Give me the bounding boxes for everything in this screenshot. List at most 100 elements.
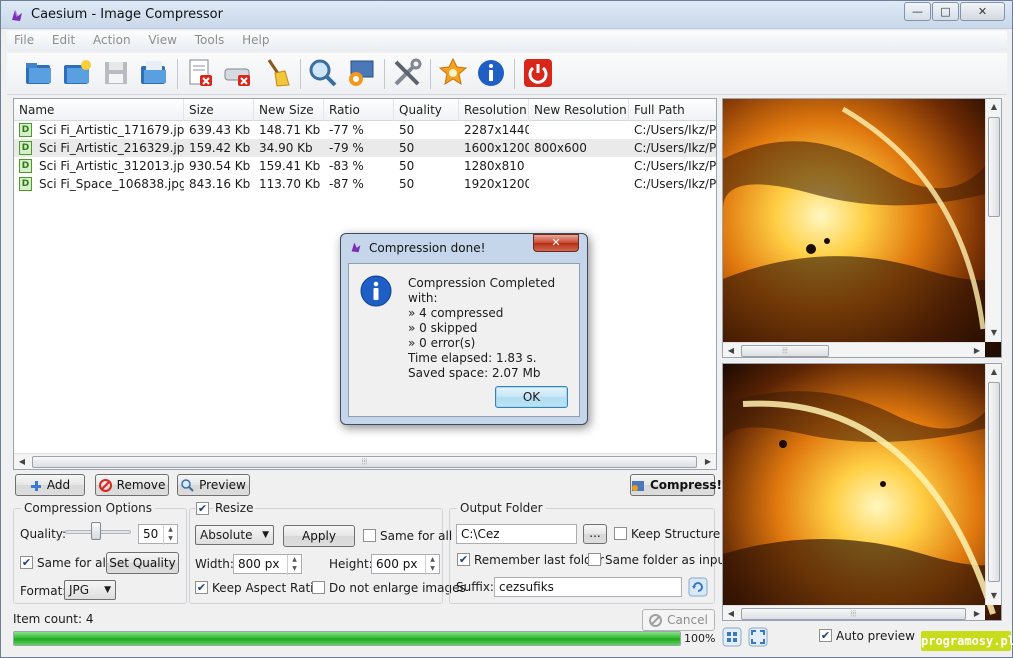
- compress-button-label: Compress!: [650, 478, 722, 492]
- info-icon[interactable]: [475, 57, 507, 89]
- preview-button[interactable]: Preview: [177, 474, 250, 496]
- open-folder-icon[interactable]: [23, 57, 55, 89]
- table-row[interactable]: D Sci Fi_Artistic_312013.jpg 930.54 Kb 159.…: [14, 157, 716, 175]
- cancel-button[interactable]: Cancel: [642, 609, 715, 631]
- scroll-left-arrow-icon[interactable]: ◀: [723, 606, 739, 620]
- maximize-button[interactable]: □: [932, 2, 959, 21]
- spin-arrows-icon[interactable]: ▲ ▼: [163, 525, 177, 545]
- scrollbar-thumb[interactable]: ⦙⦙⦙: [741, 608, 966, 620]
- table-cell-container: C:/Users/Ikz/Pic: [629, 139, 716, 157]
- dialog-line: Time elapsed: 1.83 s.: [408, 351, 537, 365]
- column-header-ratio[interactable]: Ratio: [324, 99, 394, 121]
- scroll-down-arrow-icon[interactable]: ▼: [986, 588, 1001, 604]
- output-folder-label: Output Folder: [457, 501, 546, 515]
- scroll-left-arrow-icon[interactable]: ◀: [14, 454, 30, 469]
- same-folder-as-input-checkbox[interactable]: [588, 553, 601, 566]
- column-header-full-path[interactable]: Full Path: [629, 99, 716, 121]
- scroll-right-arrow-icon[interactable]: ▶: [700, 454, 716, 469]
- table-row[interactable]: D Sci Fi_Artistic_171679.jpg 639.43 Kb 148.…: [14, 121, 716, 139]
- column-header-name[interactable]: Name: [14, 99, 184, 121]
- column-header-resolution[interactable]: Resolution: [459, 99, 529, 121]
- auto-preview-checkbox[interactable]: ✔: [819, 629, 832, 642]
- open-folder-new-icon[interactable]: [61, 57, 93, 89]
- menu-view[interactable]: View: [141, 31, 183, 49]
- width-spinbox[interactable]: 800 px ▲ ▼: [233, 554, 302, 575]
- resize-mode-dropdown[interactable]: Absolute ▼: [195, 525, 274, 545]
- scrollbar-thumb[interactable]: [988, 382, 1000, 582]
- add-button[interactable]: Add: [15, 474, 85, 496]
- scrollbar-thumb[interactable]: ⦙⦙⦙: [32, 456, 697, 468]
- ok-button[interactable]: OK: [495, 386, 568, 408]
- close-button[interactable]: ✕: [960, 2, 1005, 21]
- fit-to-window-icon[interactable]: [722, 627, 742, 647]
- clear-list-icon[interactable]: [222, 57, 254, 89]
- table-cell-container: -79 %: [324, 139, 394, 157]
- refresh-suffix-icon[interactable]: [688, 577, 708, 597]
- power-exit-icon[interactable]: [522, 57, 554, 89]
- info-icon: [360, 275, 392, 307]
- column-header-new-resolution[interactable]: New Resolution: [529, 99, 629, 121]
- table-row[interactable]: D Sci Fi_Space_106838.jpg 843.16 Kb 113.70 …: [14, 175, 716, 193]
- column-header-size[interactable]: Size: [184, 99, 254, 121]
- browse-folder-button[interactable]: ...: [583, 524, 607, 544]
- keep-aspect-ratio-checkbox[interactable]: ✔: [195, 581, 208, 594]
- quality-spinbox[interactable]: 50 ▲ ▼: [138, 524, 178, 545]
- scrollbar-thumb[interactable]: [988, 117, 1000, 217]
- output-folder-input[interactable]: C:\Cez: [456, 524, 577, 544]
- progress-bar: [13, 631, 681, 646]
- update-star-icon[interactable]: [437, 57, 469, 89]
- search-icon[interactable]: [307, 57, 339, 89]
- preview-screen-icon[interactable]: [345, 57, 377, 89]
- spin-arrows-icon[interactable]: ▲ ▼: [287, 555, 301, 575]
- scroll-up-arrow-icon[interactable]: ▲: [986, 364, 1001, 380]
- remove-file-icon[interactable]: [184, 57, 216, 89]
- scroll-up-arrow-icon[interactable]: ▲: [986, 99, 1001, 115]
- scroll-down-arrow-icon[interactable]: ▼: [986, 325, 1001, 341]
- apply-button[interactable]: Apply: [283, 525, 355, 547]
- same-for-all-resize-checkbox[interactable]: [363, 529, 376, 542]
- full-size-icon[interactable]: [748, 627, 768, 647]
- suffix-input[interactable]: cezsufiks: [494, 577, 682, 597]
- resize-checkbox[interactable]: ✔: [196, 502, 209, 515]
- save-icon[interactable]: [100, 57, 132, 89]
- remember-last-folder-checkbox[interactable]: ✔: [457, 553, 470, 566]
- compress-button[interactable]: Compress!: [630, 474, 722, 496]
- dialog-close-button[interactable]: ✕: [533, 234, 579, 252]
- menu-edit[interactable]: Edit: [45, 31, 82, 49]
- table-cell-container: 50: [394, 139, 459, 157]
- scrollbar-thumb[interactable]: ⦙⦙⦙: [741, 345, 829, 357]
- column-header-quality[interactable]: Quality: [394, 99, 459, 121]
- table-header: Name Size New Size Ratio Quality Resolut…: [14, 99, 716, 121]
- dialog-line: » 0 skipped: [408, 321, 478, 335]
- keep-structure-checkbox[interactable]: [614, 527, 627, 540]
- column-header-new-size[interactable]: New Size: [254, 99, 324, 121]
- compressed-image-preview[interactable]: ▲ ▼ ◀ ⦙⦙⦙ ▶: [722, 363, 1002, 621]
- do-not-enlarge-checkbox[interactable]: [312, 581, 325, 594]
- settings-tools-icon[interactable]: [391, 57, 423, 89]
- original-image-preview[interactable]: ▲ ▼ ◀ ⦙⦙⦙ ▶: [722, 98, 1002, 358]
- save-as-icon[interactable]: [138, 57, 170, 89]
- same-for-all-quality-checkbox[interactable]: ✔: [20, 556, 33, 569]
- preview-horizontal-scrollbar[interactable]: ◀ ⦙⦙⦙ ▶: [723, 605, 985, 620]
- preview-vertical-scrollbar[interactable]: ▲ ▼: [985, 99, 1001, 342]
- spin-arrows-icon[interactable]: ▲ ▼: [425, 555, 439, 575]
- clean-broom-icon[interactable]: [261, 57, 293, 89]
- menu-help[interactable]: Help: [235, 31, 276, 49]
- scroll-left-arrow-icon[interactable]: ◀: [723, 343, 739, 357]
- scroll-right-arrow-icon[interactable]: ▶: [969, 606, 985, 620]
- table-horizontal-scrollbar[interactable]: ◀ ⦙⦙⦙ ▶: [14, 453, 716, 469]
- table-row[interactable]: D Sci Fi_Artistic_216329.jpg 159.42 Kb 34.9…: [14, 139, 716, 157]
- menu-tools[interactable]: Tools: [188, 31, 232, 49]
- preview-horizontal-scrollbar[interactable]: ◀ ⦙⦙⦙ ▶: [723, 342, 985, 357]
- height-label: Height:: [329, 557, 373, 571]
- scroll-right-arrow-icon[interactable]: ▶: [969, 343, 985, 357]
- minimize-button[interactable]: —: [904, 2, 931, 21]
- remove-button[interactable]: Remove: [95, 474, 169, 496]
- height-spinbox[interactable]: 600 px ▲ ▼: [371, 554, 440, 575]
- menu-file[interactable]: File: [7, 31, 41, 49]
- format-dropdown[interactable]: JPG ▼: [64, 580, 116, 600]
- quality-slider-thumb[interactable]: [91, 522, 101, 540]
- preview-vertical-scrollbar[interactable]: ▲ ▼: [985, 364, 1001, 605]
- menu-action[interactable]: Action: [86, 31, 138, 49]
- set-quality-button[interactable]: Set Quality: [106, 552, 179, 574]
